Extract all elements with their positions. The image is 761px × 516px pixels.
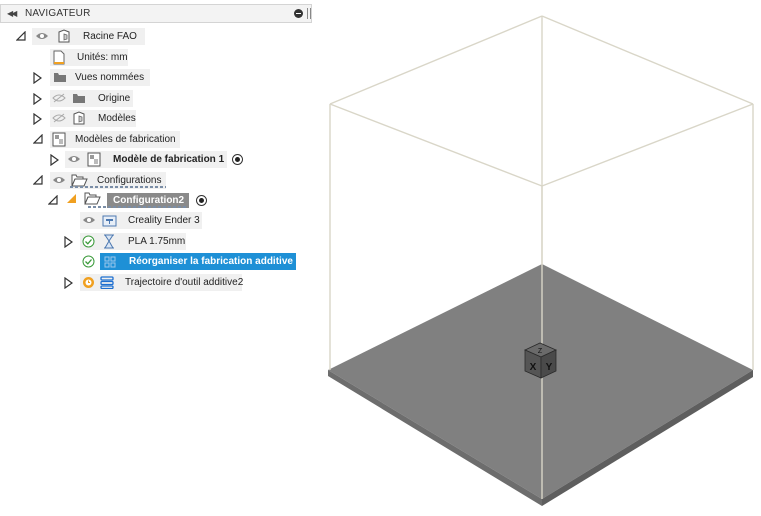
visibility-eye-icon[interactable] [35,31,49,41]
expand-open-icon[interactable] [33,134,43,144]
tree-node-label: Vues nommées [75,72,145,83]
browser-tree: Racine FAO Unités: mm Vues nommées Origi… [0,0,330,300]
printer-icon [102,215,117,227]
visibility-eye-icon[interactable] [82,215,96,225]
model-icon [72,111,86,126]
canvas-viewport[interactable]: Z X Y [320,0,761,516]
tree-node-material[interactable]: PLA 1.75mm [80,233,186,250]
tree-node-label: Unités: mm [77,52,128,63]
expand-open-icon[interactable] [16,31,26,41]
tree-node-arrange-selected[interactable]: Réorganiser la fabrication additive [100,253,296,270]
hourglass-icon [103,234,115,249]
expand-open-icon[interactable] [48,195,58,205]
folder-icon [53,72,67,83]
viewcube-face-top: Z [538,348,543,355]
viewcube-face-x: X [530,362,537,373]
expand-closed-icon[interactable] [33,72,42,84]
document-icon [53,50,65,65]
folder-icon [72,93,86,104]
tree-node-toolpath[interactable]: Trajectoire d'outil additive2 [80,274,244,291]
tree-node-units[interactable]: Unités: mm [50,49,128,66]
check-circle-icon [82,255,95,268]
visibility-hidden-icon[interactable] [52,113,66,123]
cam-root-icon [57,29,71,44]
tree-node-origin[interactable]: Origine [50,90,133,107]
build-plate[interactable] [328,264,753,506]
activate-radio-icon[interactable] [232,154,243,165]
viewcube-face-y: Y [546,362,553,373]
tree-node-label: Modèles de fabrication [75,134,176,145]
tree-node-machine[interactable]: Creality Ender 3 [80,212,202,229]
open-folder-icon [84,192,101,205]
tree-node-label: Racine FAO [83,31,137,42]
expand-open-icon[interactable] [33,175,43,185]
tree-node-label: Origine [98,93,131,104]
tree-node-manufacturing-models[interactable]: Modèles de fabrication [50,131,180,148]
tree-node-label: Creality Ender 3 [128,215,200,226]
manufacturing-model-icon [52,132,66,147]
view-cube[interactable]: Z X Y [524,342,557,379]
tree-node-label: Modèle de fabrication 1 [113,154,225,165]
expand-closed-icon[interactable] [50,154,59,166]
tree-node-label: Configurations [97,175,162,186]
toolpath-layers-icon [100,276,114,289]
warning-corner-icon [66,193,77,204]
visibility-eye-icon[interactable] [52,175,66,185]
activate-radio-icon[interactable] [196,195,207,206]
visibility-hidden-icon[interactable] [52,93,66,103]
arrange-icon [104,256,117,268]
pending-clock-icon [82,276,95,289]
tree-node-label: PLA 1.75mm [128,236,186,247]
expand-closed-icon[interactable] [64,236,73,248]
tree-node-named-views[interactable]: Vues nommées [50,69,150,86]
visibility-eye-icon[interactable] [67,154,81,164]
tree-node-models[interactable]: Modèles [50,110,136,127]
tree-node-manufacturing-model-1[interactable]: Modèle de fabrication 1 [65,151,227,168]
check-circle-icon [82,235,95,248]
expand-closed-icon[interactable] [33,113,42,125]
tree-node-label: Configuration2 [113,195,185,206]
tree-node-label: Trajectoire d'outil additive2 [125,277,244,288]
expand-closed-icon[interactable] [33,93,42,105]
tree-node-label: Réorganiser la fabrication additive [129,256,293,267]
expand-closed-icon[interactable] [64,277,73,289]
tree-node-label: Modèles [98,113,136,124]
manufacturing-model-icon [87,152,101,167]
edit-underline [70,186,166,188]
edit-underline [88,206,188,208]
tree-node-root-chip[interactable]: Racine FAO [32,28,145,45]
